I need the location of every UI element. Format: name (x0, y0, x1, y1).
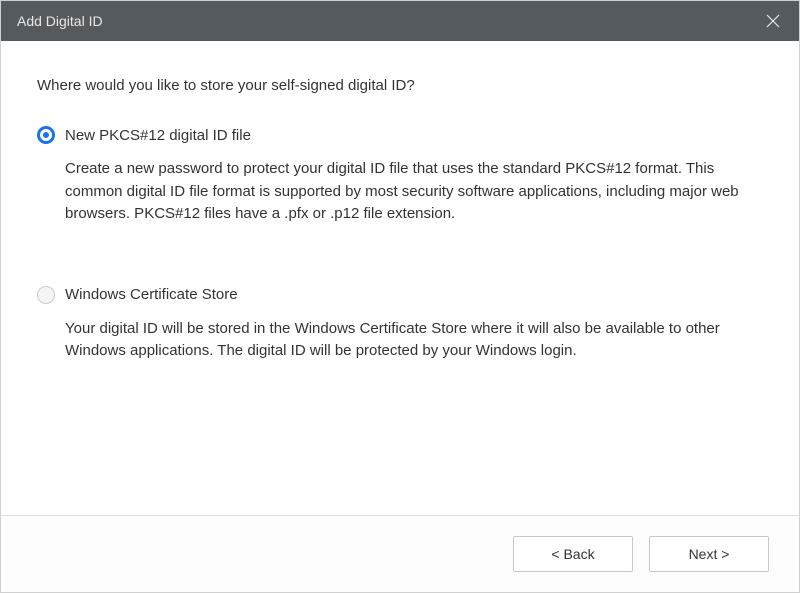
option-windows-cert-label: Windows Certificate Store (65, 286, 238, 303)
option-pkcs12-label: New PKCS#12 digital ID file (65, 127, 251, 144)
option-windows-cert: Windows Certificate Store Your digital I… (37, 286, 763, 363)
dialog-content: Where would you like to store your self-… (1, 41, 799, 515)
option-windows-cert-description: Your digital ID will be stored in the Wi… (65, 318, 763, 363)
dialog-window: Add Digital ID Where would you like to s… (0, 0, 800, 593)
back-button[interactable]: < Back (513, 536, 633, 572)
next-button[interactable]: Next > (649, 536, 769, 572)
titlebar: Add Digital ID (1, 1, 799, 41)
dialog-footer: < Back Next > (1, 515, 799, 592)
option-pkcs12: New PKCS#12 digital ID file Create a new… (37, 126, 763, 226)
radio-pkcs12[interactable] (37, 126, 55, 144)
dialog-title: Add Digital ID (17, 13, 103, 29)
prompt-text: Where would you like to store your self-… (37, 77, 763, 94)
close-icon (766, 14, 780, 28)
radio-windows-cert[interactable] (37, 286, 55, 304)
option-pkcs12-header[interactable]: New PKCS#12 digital ID file (37, 126, 763, 144)
option-pkcs12-description: Create a new password to protect your di… (65, 158, 763, 226)
close-button[interactable] (763, 11, 783, 31)
option-windows-cert-header[interactable]: Windows Certificate Store (37, 286, 763, 304)
